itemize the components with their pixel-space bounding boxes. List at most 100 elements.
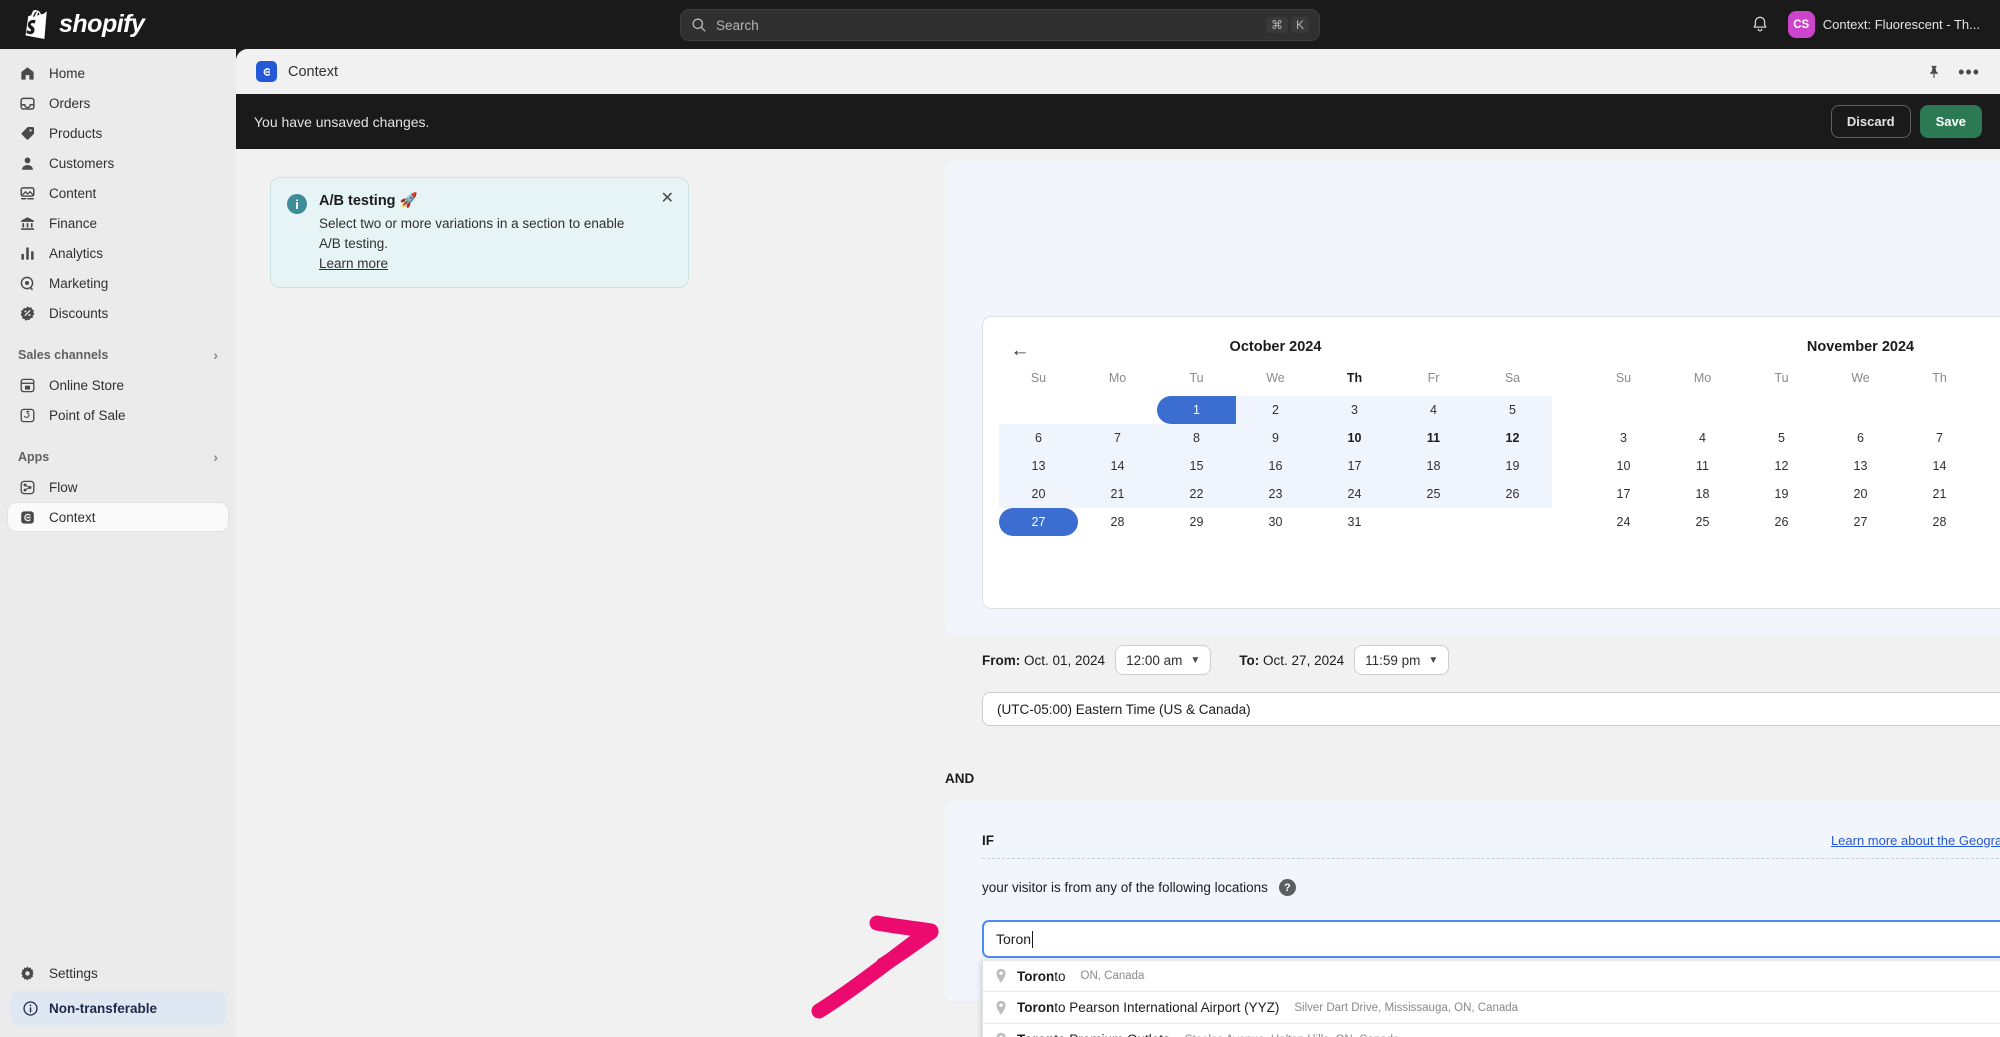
calendar-day[interactable]: 15	[1157, 452, 1236, 480]
calendar-day[interactable]: 17	[1315, 452, 1394, 480]
calendar-day[interactable]: 8	[1157, 424, 1236, 452]
calendar-day[interactable]: 5	[1742, 424, 1821, 452]
pin-icon[interactable]	[1926, 64, 1942, 80]
calendar-day[interactable]: 10	[1315, 424, 1394, 452]
calendar-day[interactable]: 18	[1663, 480, 1742, 508]
sidebar-section-sales-channels[interactable]: Sales channels ›	[8, 341, 228, 369]
calendar-day[interactable]: 5	[1473, 396, 1552, 424]
calendar-day[interactable]: 3	[1584, 424, 1663, 452]
calendar-day[interactable]: 24	[1315, 480, 1394, 508]
calendar-day[interactable]: 11	[1394, 424, 1473, 452]
calendar-day[interactable]: 4	[1663, 424, 1742, 452]
calendar-day[interactable]: 14	[1900, 452, 1979, 480]
sidebar-item-home[interactable]: Home	[8, 59, 228, 87]
calendar-day[interactable]: 21	[1900, 480, 1979, 508]
sidebar-item-flow[interactable]: Flow	[8, 473, 228, 501]
account-menu-button[interactable]: CS Context: Fluorescent - Th...	[1782, 8, 1986, 41]
calendar-day[interactable]: 21	[1078, 480, 1157, 508]
calendar-day[interactable]: 27	[999, 508, 1078, 536]
calendar-day[interactable]: 14	[1078, 452, 1157, 480]
sidebar-item-marketing[interactable]: Marketing	[8, 269, 228, 297]
calendar-day[interactable]: 28	[1078, 508, 1157, 536]
question-mark-icon[interactable]: ?	[1279, 879, 1296, 896]
calendar-day[interactable]: 30	[1236, 508, 1315, 536]
geo-learn-more-link[interactable]: Learn more about the Geographic location…	[1831, 833, 2000, 848]
sidebar-item-analytics[interactable]: Analytics	[8, 239, 228, 267]
list-item[interactable]: Toronto Premium Outlets Steeles Avenue, …	[983, 1024, 2000, 1037]
calendar-day[interactable]: 15	[1979, 452, 2000, 480]
calendar-day[interactable]: 13	[999, 452, 1078, 480]
timezone-select[interactable]: (UTC-05:00) Eastern Time (US & Canada) ▲…	[982, 692, 2000, 726]
calendar-day[interactable]: 20	[999, 480, 1078, 508]
calendar-week: 3 4 5 6 7 8 9	[1584, 424, 2000, 452]
to-time-select[interactable]: 11:59 pm ▼	[1354, 645, 1449, 675]
calendar-week: 27 28 29 30 31	[999, 508, 1552, 536]
calendar-day[interactable]: 6	[1821, 424, 1900, 452]
sidebar-item-discounts[interactable]: Discounts	[8, 299, 228, 327]
calendar-day[interactable]: 12	[1742, 452, 1821, 480]
calendar-day[interactable]: 22	[1157, 480, 1236, 508]
calendar-day[interactable]: 17	[1584, 480, 1663, 508]
sidebar-item-settings[interactable]: Settings	[8, 959, 228, 987]
calendar-day[interactable]: 28	[1900, 508, 1979, 536]
sidebar-item-label: Content	[49, 186, 96, 201]
calendar-day[interactable]: 24	[1584, 508, 1663, 536]
calendar-day[interactable]: 23	[1236, 480, 1315, 508]
dow-label: Fr	[1394, 368, 1473, 388]
calendar-day[interactable]: 10	[1584, 452, 1663, 480]
calendar-day[interactable]: 29	[1979, 508, 2000, 536]
chevron-right-icon[interactable]: ›	[213, 449, 218, 465]
sidebar-item-content[interactable]: Content	[8, 179, 228, 207]
sidebar-item-products[interactable]: Products	[8, 119, 228, 147]
calendar-day[interactable]: 27	[1821, 508, 1900, 536]
calendar-day[interactable]: 12	[1473, 424, 1552, 452]
calendar-day[interactable]: 20	[1821, 480, 1900, 508]
page-title: Context	[288, 64, 338, 80]
calendar-day[interactable]: 29	[1157, 508, 1236, 536]
global-search-input[interactable]: Search ⌘ K	[680, 9, 1320, 41]
calendar-day[interactable]: 16	[1236, 452, 1315, 480]
calendar-day[interactable]: 1	[1157, 396, 1236, 424]
shopify-logo[interactable]: shopify	[0, 10, 236, 39]
calendar-day[interactable]: 25	[1663, 508, 1742, 536]
sidebar-section-apps[interactable]: Apps ›	[8, 443, 228, 471]
calendar-day[interactable]: 6	[999, 424, 1078, 452]
calendar-day[interactable]: 26	[1473, 480, 1552, 508]
calendar-day[interactable]: 25	[1394, 480, 1473, 508]
calendar-day[interactable]: 26	[1742, 508, 1821, 536]
location-search-input[interactable]: Toron ✕	[982, 920, 2000, 958]
calendar-day[interactable]: 7	[1078, 424, 1157, 452]
arrow-left-icon[interactable]: ←	[1009, 339, 1031, 361]
calendar-day[interactable]: 1	[1979, 396, 2000, 424]
bell-icon[interactable]	[1750, 15, 1770, 35]
calendar-day[interactable]: 9	[1236, 424, 1315, 452]
sidebar-item-orders[interactable]: Orders	[8, 89, 228, 117]
calendar-day[interactable]: 3	[1315, 396, 1394, 424]
list-item[interactable]: Toronto ON, Canada	[983, 960, 2000, 992]
list-item[interactable]: Toronto Pearson International Airport (Y…	[983, 992, 2000, 1024]
calendar-day[interactable]: 18	[1394, 452, 1473, 480]
calendar-day[interactable]: 7	[1900, 424, 1979, 452]
ab-testing-learn-more-link[interactable]: Learn more	[319, 256, 388, 271]
from-time-select[interactable]: 12:00 am ▼	[1115, 645, 1211, 675]
calendar-day[interactable]: 8	[1979, 424, 2000, 452]
calendar-day[interactable]: 19	[1473, 452, 1552, 480]
sidebar-item-finance[interactable]: Finance	[8, 209, 228, 237]
ellipsis-icon[interactable]: •••	[1958, 67, 1980, 77]
sidebar-item-point-of-sale[interactable]: Point of Sale	[8, 401, 228, 429]
close-icon[interactable]: ✕	[661, 191, 674, 207]
discard-button[interactable]: Discard	[1831, 105, 1911, 138]
calendar-day[interactable]: 11	[1663, 452, 1742, 480]
calendar-day[interactable]: 31	[1315, 508, 1394, 536]
chevron-down-icon: ▼	[1428, 655, 1438, 666]
calendar-day[interactable]: 2	[1236, 396, 1315, 424]
sidebar-item-context[interactable]: Context	[8, 503, 228, 531]
calendar-day[interactable]: 22	[1979, 480, 2000, 508]
calendar-day[interactable]: 13	[1821, 452, 1900, 480]
chevron-right-icon[interactable]: ›	[213, 347, 218, 363]
sidebar-item-customers[interactable]: Customers	[8, 149, 228, 177]
save-button[interactable]: Save	[1920, 105, 1982, 138]
calendar-day[interactable]: 4	[1394, 396, 1473, 424]
sidebar-item-online-store[interactable]: Online Store	[8, 371, 228, 399]
calendar-day[interactable]: 19	[1742, 480, 1821, 508]
